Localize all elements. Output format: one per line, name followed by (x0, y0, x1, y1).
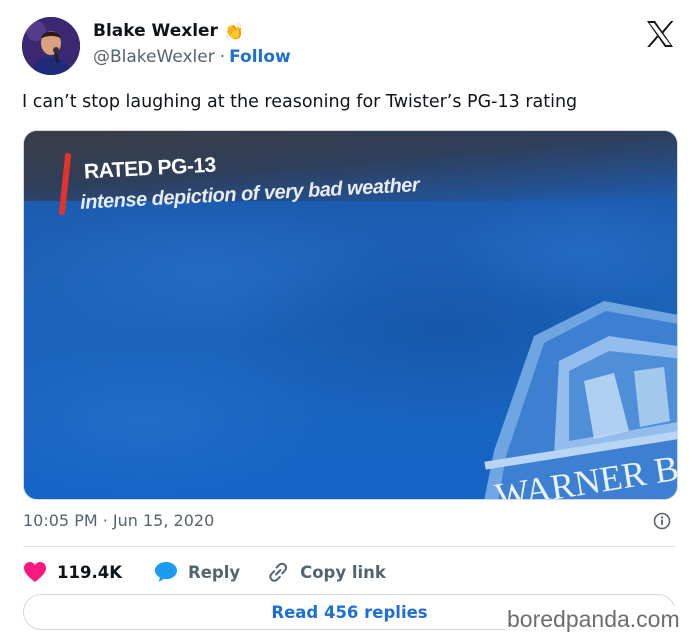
divider (23, 546, 676, 547)
info-icon[interactable] (653, 512, 671, 530)
copy-link-label: Copy link (300, 562, 386, 582)
separator: · (219, 47, 226, 67)
author-name-row[interactable]: Blake Wexler 👏 (93, 21, 244, 41)
tweet-timestamp[interactable]: 10:05 PM · Jun 15, 2020 (23, 511, 214, 530)
tweet-media-image[interactable]: RATED PG-13 intense depiction of very ba… (23, 130, 678, 500)
copy-link-button[interactable]: Copy link (266, 561, 386, 583)
link-icon (269, 562, 288, 582)
x-logo-icon[interactable] (645, 20, 675, 48)
reply-bubble-icon (154, 562, 177, 582)
like-button[interactable]: 119.4K (23, 561, 122, 583)
like-count: 119.4K (57, 562, 122, 582)
heart-icon (24, 562, 46, 582)
watermark: boredpanda.com (505, 606, 682, 633)
clapping-emoji-icon: 👏 (223, 21, 244, 41)
warner-shield-logo: WARNER B (474, 281, 677, 499)
reply-button[interactable]: Reply (154, 561, 240, 583)
author-name[interactable]: Blake Wexler (93, 21, 218, 41)
handle-row: @BlakeWexler · Follow (93, 47, 291, 67)
follow-button[interactable]: Follow (229, 47, 291, 67)
author-handle[interactable]: @BlakeWexler (93, 47, 215, 67)
action-bar: 119.4K Reply Copy link (23, 558, 386, 586)
tweet-text: I can’t stop laughing at the reasoning f… (22, 92, 578, 112)
read-replies-label: Read 456 replies (271, 602, 428, 622)
reply-label: Reply (187, 562, 241, 582)
avatar[interactable] (22, 17, 80, 75)
